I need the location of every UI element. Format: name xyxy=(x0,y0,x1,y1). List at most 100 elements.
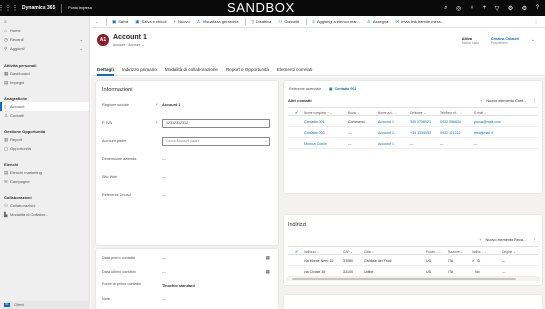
add-to-marketing-list-button[interactable]: ≡ Aggiungi a elenco mar... xyxy=(312,19,360,24)
column-header[interactable]: Cellulare ⌄ xyxy=(410,111,426,115)
view-hierarchy-button[interactable]: ♙ Visualizza gerarchia xyxy=(197,19,239,25)
lightbulb-icon[interactable]: ◎ xyxy=(456,5,461,12)
table-row[interactable]: Monica Coblin --- Account 1 --- --- --- xyxy=(288,139,538,149)
column-header[interactable]: Telefono uf... ⌄ xyxy=(440,111,462,115)
tab-report-opportunita[interactable]: Report e Opportunità xyxy=(226,64,269,76)
scrollbar-thumb[interactable] xyxy=(292,278,516,280)
hamburger-menu[interactable]: ≡ xyxy=(0,16,89,26)
search-icon[interactable]: ⌕ xyxy=(444,5,447,12)
sidebar-item-contatti[interactable]: ♙ Contatti xyxy=(0,111,89,120)
phone-link[interactable]: 0432 111222 xyxy=(440,131,460,135)
new-button[interactable]: + Nuovo xyxy=(173,19,189,24)
column-header[interactable]: Indiriz... ⌄ xyxy=(472,250,487,254)
chevron-down-icon[interactable]: ⌄ xyxy=(531,37,535,45)
referente-link[interactable]: ▣ Contatto 001 xyxy=(329,87,356,91)
table-row[interactable]: Contatto 001 Commerci... Account 1 345 3… xyxy=(288,117,538,127)
sidebar-item-home[interactable]: ⌂ Home xyxy=(0,26,89,35)
email-link[interactable]: prova@mail.com xyxy=(474,120,501,124)
account-link[interactable]: Account 1 xyxy=(378,120,394,124)
sidebar-item-collaborazioni[interactable]: ⚇ Collaborazioni xyxy=(0,201,89,210)
area-name[interactable]: Punto Impresa xyxy=(68,6,91,10)
sidebar-item-campagne[interactable]: ✉ Campagne xyxy=(0,177,89,186)
send-link-button[interactable]: ✉ Invia link tramite mess... xyxy=(395,19,444,25)
sidebar-item-report[interactable]: ▥ Report xyxy=(0,135,89,144)
note-value[interactable]: --- xyxy=(162,297,166,301)
phone-link[interactable]: 0432 356800 xyxy=(440,120,461,124)
sidebar-item-account[interactable]: ▯ Account xyxy=(0,102,89,111)
table-row[interactable]: via Monte Nero 15 33080 Cividale del Fri… xyxy=(288,256,538,266)
sidebar-item-impegni[interactable]: ▤ Impegni xyxy=(0,78,89,87)
connect-button[interactable]: ⚇ Connetti xyxy=(278,19,299,25)
sito-web-value[interactable]: --- xyxy=(162,175,166,179)
account-link[interactable]: Account 1 xyxy=(378,131,394,135)
contact-name-link[interactable]: Contatto 003 xyxy=(304,131,325,135)
account-padre-lookup[interactable]: Cerca Account padre ⌕ xyxy=(162,137,270,146)
data-ultimo-value[interactable]: --- xyxy=(162,270,166,274)
column-header[interactable]: Ruolo ⌄ xyxy=(348,111,360,115)
add-icon[interactable]: + xyxy=(483,5,487,11)
phone-link[interactable]: +39 3335552 xyxy=(410,131,431,135)
new-contact-button[interactable]: + Nuovo elemento Cont... ⋮ xyxy=(480,98,536,103)
chevron-down-icon[interactable]: ⌄ xyxy=(80,46,83,51)
phone-link[interactable]: 345 3756021 xyxy=(410,120,431,124)
data-primo-value[interactable]: --- xyxy=(162,256,166,260)
more-icon[interactable]: ⋮ xyxy=(532,99,536,103)
referente-value[interactable]: --- xyxy=(162,193,166,197)
column-header[interactable]: CAP ⌄ xyxy=(343,250,353,254)
area-switcher[interactable]: CL Clienti xyxy=(0,301,90,309)
hamburger-icon[interactable]: ≡ xyxy=(4,19,10,24)
dimensione-value[interactable]: --- xyxy=(162,157,166,161)
select-all-checkbox[interactable]: ✔ xyxy=(295,110,298,115)
fonte-value[interactable]: Tinochio standard xyxy=(162,284,195,288)
contact-name-link[interactable]: Contatto 001 xyxy=(304,120,325,124)
chevron-down-icon[interactable]: ⌄ xyxy=(80,37,83,42)
piva-input[interactable]: 12312312312 xyxy=(162,119,270,128)
more-commands-icon[interactable]: ⋮ xyxy=(534,19,538,24)
tab-dettagli[interactable]: Dettagli xyxy=(97,64,114,76)
app-launcher-icon[interactable]: ⋮⋮⋮ xyxy=(0,0,19,16)
tab-modalita-collaborazione[interactable]: Modalità di collaborazione xyxy=(165,64,218,76)
back-button[interactable]: ← xyxy=(95,19,99,24)
deactivate-button[interactable]: ▯ Disattiva xyxy=(251,19,271,25)
column-header[interactable]: Nome completo ↑ ⌄ xyxy=(304,111,332,115)
column-header[interactable]: Provin... ⌄ xyxy=(426,250,441,254)
form-selector[interactable]: Account · Account ⌄ xyxy=(113,43,144,47)
field-fonte-primo-contatto: Fonte di primo contatto Tinochio standar… xyxy=(96,280,278,294)
tab-elementi-correlati[interactable]: Elementi correlati xyxy=(277,64,313,76)
column-header[interactable]: Origine ⌄ xyxy=(502,250,516,254)
assign-button[interactable]: ♙ Assegna xyxy=(367,19,389,25)
new-address-button[interactable]: + Nuovo elemento Recá... ⋮ xyxy=(479,237,536,242)
email-link[interactable]: test@mail.it xyxy=(474,131,493,135)
save-button[interactable]: ▣ Salva xyxy=(112,19,128,25)
question-icon[interactable]: ? xyxy=(536,5,539,11)
table-row[interactable]: Contatto 003 --- Account 1 +39 3335552 0… xyxy=(288,128,538,138)
calendar-icon[interactable]: ▦ xyxy=(266,255,270,261)
more-icon[interactable]: ⋮ xyxy=(532,238,536,242)
sidebar-item-modalita[interactable]: ▙ Modalità di Collabor... xyxy=(0,210,89,219)
search-icon[interactable]: ⌕ xyxy=(265,138,267,145)
calendar-icon[interactable]: ▦ xyxy=(266,269,270,275)
ragione-sociale-value[interactable]: Account 1 xyxy=(162,103,180,107)
select-all-checkbox[interactable]: ✔ xyxy=(295,249,298,254)
sidebar-item-opportunita[interactable]: ▢ Opportunità xyxy=(0,144,89,153)
filter-icon[interactable]: ▽ xyxy=(495,5,500,12)
sidebar-item-recent[interactable]: ◷ Recenti ⌄ xyxy=(0,35,89,44)
sidebar-item-pinned[interactable]: ⚲ Aggiunti ⌄ xyxy=(0,44,89,53)
table-row[interactable]: via Civiale 35 33100 Udine UD ITA No --- xyxy=(288,267,538,277)
help-icon[interactable]: ♀ xyxy=(470,5,475,11)
column-header[interactable]: E-mail ⌄ xyxy=(474,111,487,115)
column-header[interactable]: Indirizzo ⌄ xyxy=(304,250,319,254)
gear-icon[interactable]: ⚙ xyxy=(522,5,527,12)
settings-icon[interactable]: ⚙ xyxy=(508,5,513,12)
account-link[interactable]: Account 1 xyxy=(378,142,394,146)
save-and-close-button[interactable]: ▣ Salva e chiudi xyxy=(135,19,166,25)
contact-name-link[interactable]: Monica Coblin xyxy=(304,142,327,146)
column-header[interactable]: Nome azi... ⌄ xyxy=(378,111,398,115)
horizontal-scrollbar[interactable] xyxy=(286,277,540,281)
sidebar-item-dashboard[interactable]: ▦ Dashboard xyxy=(0,69,89,78)
sidebar-item-elenchi-marketing[interactable]: ▤ Elenchi marketing xyxy=(0,168,89,177)
tab-indirizzo-primario[interactable]: Indirizzo primario xyxy=(122,64,157,76)
column-header[interactable]: Nazione ⌄ xyxy=(448,250,463,254)
column-header[interactable]: Città ⌄ xyxy=(364,250,374,254)
app-name[interactable]: Dynamics 365 xyxy=(22,5,55,11)
